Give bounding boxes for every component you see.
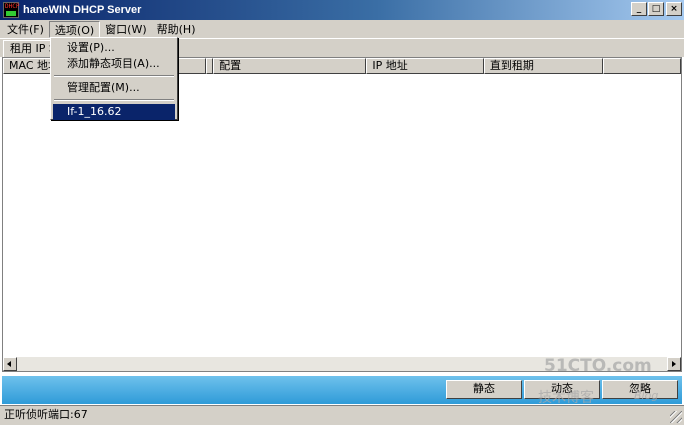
menu-item-add-static[interactable]: 添加静态项目(A)... [53, 56, 175, 72]
horizontal-scrollbar[interactable] [3, 357, 681, 371]
maximize-button[interactable]: □ [648, 2, 664, 16]
menu-file[interactable]: 文件(F) [2, 21, 49, 38]
column-extra[interactable] [603, 58, 682, 74]
menu-item-interface[interactable]: If-1_16.62 [53, 104, 175, 120]
menu-help[interactable]: 帮助(H) [152, 21, 201, 38]
column-ip-address[interactable]: IP 地址 [366, 58, 484, 74]
menu-window[interactable]: 窗口(W) [100, 21, 151, 38]
column-lease-until[interactable]: 直到租期 [483, 58, 604, 74]
scroll-right-button[interactable] [667, 357, 681, 371]
column-spacer[interactable] [206, 58, 214, 74]
scroll-left-button[interactable] [3, 357, 17, 371]
title-bar[interactable]: DHCP haneWIN DHCP Server _ □ × [0, 0, 684, 20]
arrow-right-icon [672, 361, 676, 367]
resize-grip-icon[interactable] [670, 411, 682, 423]
app-icon-label: DHCP [5, 3, 20, 10]
close-button[interactable]: × [666, 2, 682, 16]
menu-item-manage-config[interactable]: 管理配置(M)... [53, 80, 175, 96]
dynamic-button[interactable]: 动态 [524, 380, 600, 399]
menu-options[interactable]: 选项(O) [48, 20, 101, 38]
arrow-left-icon [7, 361, 11, 367]
window-controls: _ □ × [630, 2, 682, 16]
status-bar: 正听侦听端口:67 [0, 405, 684, 425]
button-panel: 静态 动态 忽略 [2, 376, 682, 404]
menu-item-settings[interactable]: 设置(P)... [53, 40, 175, 56]
static-button[interactable]: 静态 [446, 380, 522, 399]
window-title: haneWIN DHCP Server [23, 4, 142, 16]
dhcp-app-icon: DHCP [3, 2, 19, 18]
menu-separator [54, 99, 174, 101]
minimize-button[interactable]: _ [631, 2, 647, 16]
menu-separator [54, 75, 174, 77]
status-text: 正听侦听端口:67 [4, 408, 88, 421]
options-dropdown-menu: 设置(P)... 添加静态项目(A)... 管理配置(M)... If-1_16… [50, 37, 178, 120]
ignore-button[interactable]: 忽略 [602, 380, 678, 399]
column-config[interactable]: 配置 [213, 58, 367, 74]
menu-bar: 文件(F) 选项(O) 窗口(W) 帮助(H) [0, 20, 684, 38]
